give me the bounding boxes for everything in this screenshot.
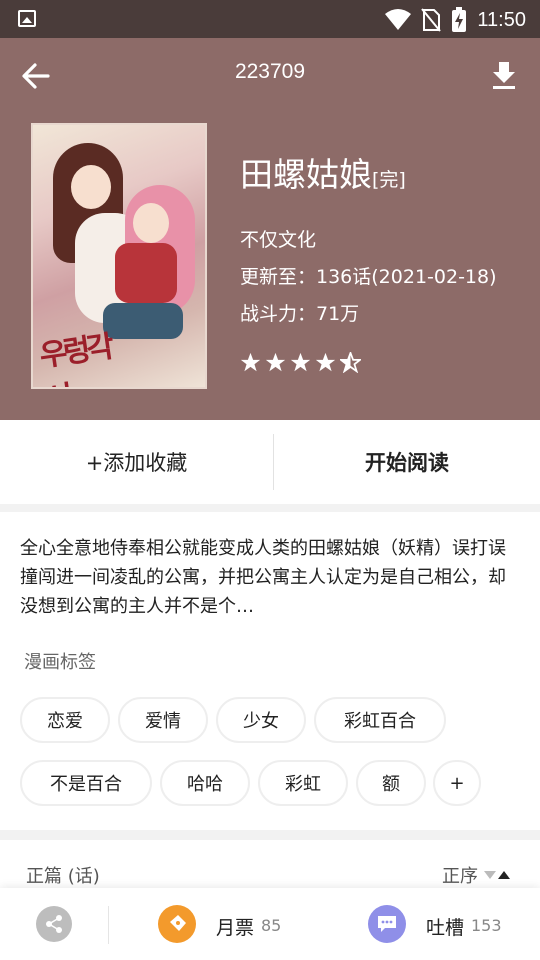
sort-order-label: 正序 (442, 866, 478, 887)
sort-down-icon (484, 871, 496, 879)
chat-bubble-icon (378, 916, 396, 932)
description-card: 全心全意地侍奉相公就能变成人类的田螺姑娘（妖精）误打误撞闯进一间凌乱的公寓，并把… (0, 512, 540, 830)
page-title: 223709 (234, 60, 306, 83)
comic-header: 223709 우렁각시 田螺姑娘[完] 不仅文化 更新至：136话(2021-0… (0, 38, 540, 420)
status-bar: 11:50 (0, 0, 540, 38)
tag-chip[interactable]: 额 (356, 760, 426, 806)
start-reading-button[interactable]: 开始阅读 (274, 420, 540, 504)
comic-cover[interactable]: 우렁각시 (31, 123, 207, 389)
bottom-bar: 月票 85 吐槽 153 (0, 888, 540, 960)
tag-chip[interactable]: 爱情 (118, 697, 208, 743)
no-sim-icon (421, 8, 442, 32)
chapter-header: 正篇 (话) 正序 (0, 840, 540, 888)
update-info: 更新至：136话(2021-02-18) (240, 266, 497, 288)
add-tag-button[interactable]: + (433, 760, 481, 806)
ticket-icon (170, 915, 186, 931)
wifi-icon (385, 9, 412, 30)
comment-count: 153 (471, 916, 502, 935)
monthly-ticket-label[interactable]: 月票 (216, 913, 254, 940)
chapter-label: 正篇 (话) (26, 866, 100, 887)
tag-chip[interactable]: 哈哈 (160, 760, 250, 806)
comment-label[interactable]: 吐槽 (426, 913, 464, 940)
share-icon (46, 915, 62, 933)
star-icon (290, 352, 311, 372)
description-text[interactable]: 全心全意地侍奉相公就能变成人类的田螺姑娘（妖精）误打误撞闯进一间凌乱的公寓，并把… (20, 534, 510, 621)
status-icons: 11:50 (385, 7, 526, 33)
action-bar: +添加收藏 开始阅读 (0, 420, 540, 504)
star-icon (265, 352, 286, 372)
cover-logo: 우렁각시 (37, 329, 113, 387)
status-badge: [完] (372, 169, 406, 191)
tag-chip[interactable]: 彩虹百合 (314, 697, 446, 743)
star-icon (315, 352, 336, 372)
sort-up-icon (498, 871, 510, 879)
comic-title: 田螺姑娘[完] (240, 155, 406, 194)
tag-chip[interactable]: 少女 (216, 697, 306, 743)
share-button[interactable] (36, 906, 72, 942)
tags-label: 漫画标签 (24, 652, 96, 673)
image-icon (18, 10, 36, 27)
power-info: 战斗力：71万 (240, 303, 360, 325)
monthly-ticket-button[interactable] (158, 905, 196, 943)
status-time: 11:50 (477, 8, 526, 31)
half-star-icon (340, 352, 361, 373)
download-icon[interactable] (490, 60, 518, 90)
add-favorite-button[interactable]: +添加收藏 (0, 420, 273, 504)
comment-button[interactable] (368, 905, 406, 943)
tag-chip[interactable]: 恋爱 (20, 697, 110, 743)
monthly-ticket-count: 85 (261, 916, 282, 935)
divider (108, 906, 109, 944)
star-icon (240, 352, 261, 372)
tag-chip[interactable]: 彩虹 (258, 760, 348, 806)
sort-order-button[interactable]: 正序 (442, 862, 510, 888)
rating-stars (240, 352, 361, 373)
tag-chip[interactable]: 不是百合 (20, 760, 152, 806)
publisher: 不仅文化 (240, 229, 317, 251)
battery-charging-icon (452, 7, 467, 32)
